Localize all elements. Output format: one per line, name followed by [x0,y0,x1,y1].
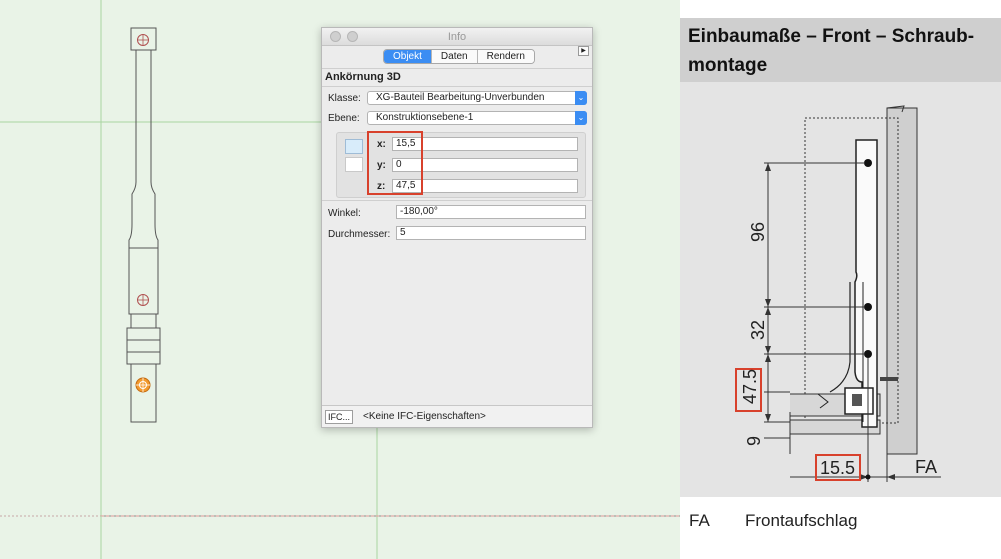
dim-32: 32 [748,320,768,340]
object-type-name: Ankörnung 3D [325,71,401,83]
palette-footer: IFC... <Keine IFC-Eigenschaften> [322,405,592,427]
klasse-label: Klasse: [328,93,361,104]
tab-rendern[interactable]: Rendern [477,50,534,63]
palette-titlebar[interactable]: Info [322,28,592,46]
ebene-label: Ebene: [328,113,360,124]
part-outline [126,27,161,423]
plane-screen-icon[interactable] [345,157,363,172]
ebene-select[interactable]: Konstruktionsebene-1 ⌄ [367,111,587,125]
dim-47-5: 47.5 [740,369,760,404]
palette-tabs: Objekt Daten Rendern [383,49,535,64]
legend-key: FA [689,511,710,530]
dim-96: 96 [748,222,768,242]
drill-hole-top [137,34,149,46]
info-palette[interactable]: Info ▶ Objekt Daten Rendern Ankörnung 3D… [321,27,593,428]
klasse-value: XG-Bauteil Bearbeitung-Unverbunden [376,92,545,103]
durchmesser-label: Durchmesser: [328,229,391,240]
plane-3d-icon[interactable] [345,139,363,154]
tab-objekt[interactable]: Objekt [384,50,432,63]
drill-hole-selected [135,377,151,393]
legend-value: Frontaufschlag [745,511,858,530]
palette-title: Info [447,31,467,43]
ebene-value: Konstruktionsebene-1 [376,112,474,123]
durchmesser-field[interactable]: 5 [396,226,586,240]
ifc-button[interactable]: IFC... [325,410,353,424]
winkel-field[interactable]: -180,00° [396,205,586,219]
drill-hole-middle [137,294,149,306]
chevron-down-icon: ⌄ [575,91,587,105]
klasse-select[interactable]: XG-Bauteil Bearbeitung-Unverbunden ⌄ [367,91,587,105]
mounting-dimensions-drawing: 96 32 47.5 9 15.5 FA [680,82,1001,497]
divider [322,86,592,87]
highlight-xyz-box [367,131,423,195]
dim-9: 9 [744,436,764,446]
winkel-label: Winkel: [328,208,361,219]
palette-menu-arrow-icon[interactable]: ▶ [578,46,589,56]
dim-fa: FA [915,457,937,477]
doc-heading: Einbaumaße – Front – Schraub-montage [680,18,1001,82]
divider [322,200,592,201]
technical-drawing: 96 32 47.5 9 15.5 FA [735,105,941,482]
dim-15-5: 15.5 [820,458,855,478]
divider [322,68,592,69]
ifc-status-text: <Keine IFC-Eigenschaften> [363,411,486,422]
chevron-down-icon: ⌄ [575,111,587,125]
tab-daten[interactable]: Daten [431,50,478,63]
documentation-panel: Einbaumaße – Front – Schraub-montage 96 … [680,0,1001,559]
